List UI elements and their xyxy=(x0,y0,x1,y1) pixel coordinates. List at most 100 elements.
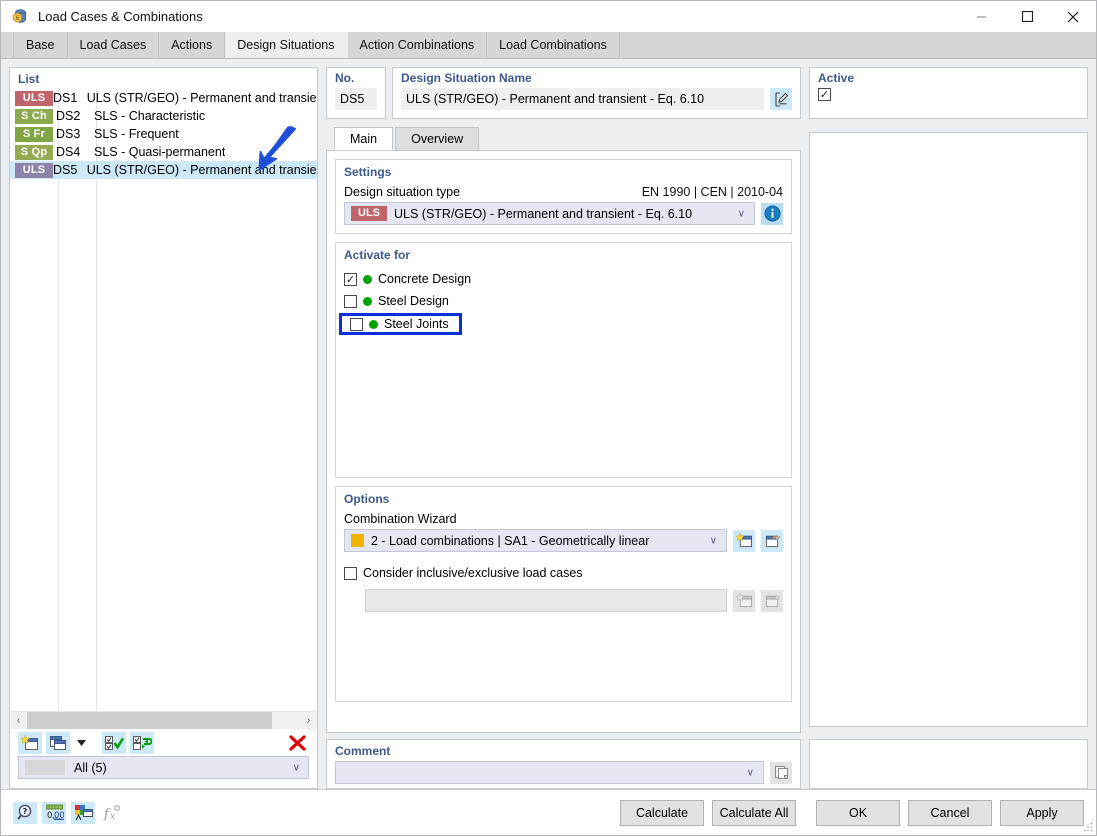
svg-text:?: ? xyxy=(22,807,27,816)
row-name: ULS (STR/GEO) - Permanent and transient … xyxy=(87,91,317,105)
activate-steel-design-row[interactable]: Steel Design xyxy=(344,290,783,312)
table-row[interactable]: S Qp DS4 SLS - Quasi-permanent xyxy=(10,143,317,161)
minimize-button[interactable] xyxy=(958,1,1004,32)
design-situations-list[interactable]: ULS DS1 ULS (STR/GEO) - Permanent and tr… xyxy=(10,89,317,711)
tab-main[interactable]: Main xyxy=(334,127,393,150)
tab-actions[interactable]: Actions xyxy=(159,32,225,58)
window-controls xyxy=(958,1,1096,32)
design-situations-list-panel: List ULS DS1 ULS (STR/GEO) - Permanent a… xyxy=(9,67,318,789)
comment-input[interactable]: ∨ xyxy=(335,761,764,784)
tab-base[interactable]: Base xyxy=(13,32,68,58)
number-value: DS5 xyxy=(335,88,377,110)
calculate-button[interactable]: Calculate xyxy=(620,800,704,826)
fx-formula-icon: f x xyxy=(103,804,122,821)
ok-button[interactable]: OK xyxy=(816,800,900,826)
row-number: DS5 xyxy=(53,163,87,177)
consider-inclusive-exclusive-checkbox[interactable] xyxy=(344,567,357,580)
checkmark-icon: ✓ xyxy=(820,88,829,101)
design-situation-name-group: Design Situation Name ULS (STR/GEO) - Pe… xyxy=(392,67,801,119)
display-properties-button[interactable] xyxy=(71,802,95,824)
delete-design-situation-button[interactable] xyxy=(285,732,309,754)
edit-inclusive-exclusive-button[interactable] xyxy=(761,590,783,612)
select-all-button[interactable] xyxy=(102,732,126,754)
copy-windows-icon xyxy=(49,735,67,751)
checkmark-icon: ✓ xyxy=(346,273,355,286)
activate-concrete-design-row[interactable]: ✓ Concrete Design xyxy=(344,268,783,290)
edit-name-button[interactable] xyxy=(770,88,792,110)
comment-title: Comment xyxy=(335,744,792,758)
list-toolbar xyxy=(10,729,317,756)
column-separator-1 xyxy=(58,89,59,711)
tab-action-combinations[interactable]: Action Combinations xyxy=(348,32,488,58)
chevron-down-icon: ∨ xyxy=(747,767,754,778)
new-combination-wizard-button[interactable] xyxy=(733,530,755,552)
edit-combination-wizard-button[interactable] xyxy=(761,530,783,552)
scroll-left-arrow[interactable]: ‹ xyxy=(10,712,27,729)
list-header-label: List xyxy=(10,68,317,89)
units-button[interactable]: 0, 00 xyxy=(42,802,66,824)
main-tab-strip: Base Load Cases Actions Design Situation… xyxy=(1,32,1096,59)
new-window-star-icon xyxy=(21,735,39,751)
steel-joints-label: Steel Joints xyxy=(384,317,449,331)
combination-wizard-row: 2 - Load combinations | SA1 - Geometrica… xyxy=(344,529,783,552)
scrollbar-thumb[interactable] xyxy=(27,712,272,729)
copy-design-situation-button[interactable] xyxy=(46,732,70,754)
design-situation-type-select[interactable]: ULS ULS (STR/GEO) - Permanent and transi… xyxy=(344,202,755,225)
copy-dropdown-arrow[interactable] xyxy=(74,732,88,754)
resize-grip-icon[interactable] xyxy=(1083,822,1093,832)
tab-overview[interactable]: Overview xyxy=(395,127,479,150)
combination-wizard-select[interactable]: 2 - Load combinations | SA1 - Geometrica… xyxy=(344,529,727,552)
minimize-icon xyxy=(976,11,987,22)
calculate-all-button[interactable]: Calculate All xyxy=(712,800,796,826)
concrete-design-checkbox[interactable]: ✓ xyxy=(344,273,357,286)
table-row[interactable]: S Ch DS2 SLS - Characteristic xyxy=(10,107,317,125)
steel-design-checkbox[interactable] xyxy=(344,295,357,308)
invert-selection-button[interactable] xyxy=(130,732,154,754)
row-number: DS4 xyxy=(56,145,94,159)
combination-wizard-row-label: Combination Wizard xyxy=(344,512,783,526)
maximize-button[interactable] xyxy=(1004,1,1050,32)
cancel-button[interactable]: Cancel xyxy=(908,800,992,826)
comment-copy-button[interactable] xyxy=(770,762,792,784)
design-situation-name-input[interactable]: ULS (STR/GEO) - Permanent and transient … xyxy=(401,88,764,110)
list-horizontal-scrollbar[interactable]: ‹ › xyxy=(10,711,317,729)
list-filter-select[interactable]: All (5) ∨ xyxy=(18,756,309,779)
window-title: Load Cases & Combinations xyxy=(38,9,203,24)
tab-design-situations[interactable]: Design Situations xyxy=(225,32,347,58)
new-design-situation-button[interactable] xyxy=(18,732,42,754)
checkmarks-swap-icon xyxy=(132,735,152,751)
maximize-icon xyxy=(1022,11,1033,22)
chevron-down-icon xyxy=(77,740,86,746)
inclusive-exclusive-select[interactable] xyxy=(365,589,727,612)
row-name: SLS - Frequent xyxy=(94,127,179,141)
info-button[interactable] xyxy=(761,203,783,225)
dialog-body: List ULS DS1 ULS (STR/GEO) - Permanent a… xyxy=(1,59,1096,789)
right-panel-footer-area xyxy=(809,739,1088,789)
edit-window-icon xyxy=(764,593,781,608)
detail-tab-strip: Main Overview xyxy=(326,126,801,150)
activate-steel-joints-row[interactable]: Steel Joints xyxy=(344,312,783,336)
scrollbar-track[interactable] xyxy=(27,712,300,729)
red-x-icon xyxy=(289,735,306,751)
apply-button[interactable]: Apply xyxy=(1000,800,1084,826)
steel-design-label: Steel Design xyxy=(378,294,449,308)
tab-load-cases[interactable]: Load Cases xyxy=(68,32,160,58)
help-button[interactable]: ? xyxy=(13,802,37,824)
table-row-selected[interactable]: ULS DS5 ULS (STR/GEO) - Permanent and tr… xyxy=(10,161,317,179)
steel-joints-checkbox[interactable] xyxy=(350,318,363,331)
close-icon xyxy=(1067,11,1079,23)
formula-button: f x xyxy=(100,802,124,824)
active-checkbox[interactable]: ✓ xyxy=(818,88,831,101)
row-badge-cell: S Ch xyxy=(10,108,56,124)
copy-pages-icon xyxy=(774,765,789,780)
table-row[interactable]: ULS DS1 ULS (STR/GEO) - Permanent and tr… xyxy=(10,89,317,107)
close-button[interactable] xyxy=(1050,1,1096,32)
table-row[interactable]: S Fr DS3 SLS - Frequent xyxy=(10,125,317,143)
footer-icon-bar: ? 0, 00 xyxy=(13,802,124,824)
new-window-star-icon xyxy=(736,593,753,608)
scroll-right-arrow[interactable]: › xyxy=(300,712,317,729)
tab-load-combinations[interactable]: Load Combinations xyxy=(487,32,620,58)
consider-inclusive-exclusive-row[interactable]: Consider inclusive/exclusive load cases xyxy=(344,562,783,584)
new-inclusive-exclusive-button[interactable] xyxy=(733,590,755,612)
checkmarks-green-check-icon xyxy=(104,735,124,751)
